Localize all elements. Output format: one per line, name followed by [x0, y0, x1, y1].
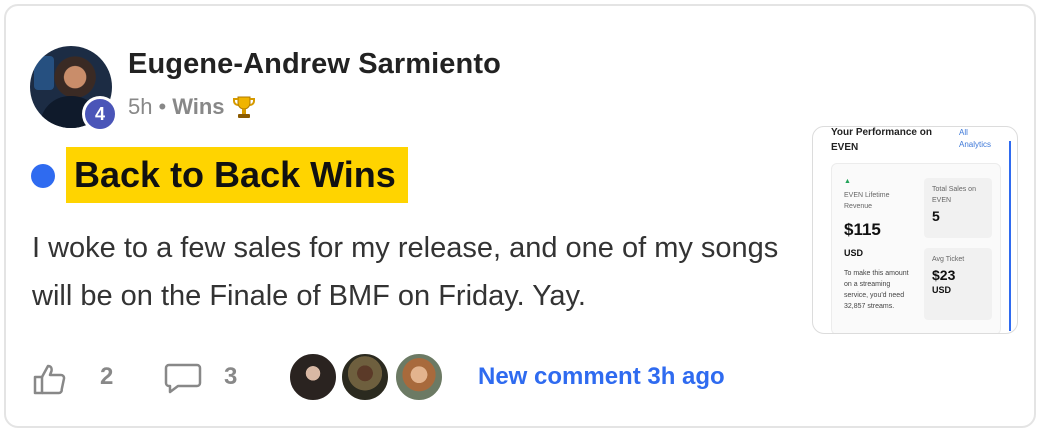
commenter-avatar[interactable] — [394, 352, 444, 402]
post-actions: 2 3 New comment 3h ago — [32, 352, 792, 402]
thumbnail-content: Your Performance on EVEN All Analytics ▲… — [827, 127, 1013, 333]
commenter-avatar[interactable] — [340, 352, 390, 402]
avg-ticket-value: $23 — [932, 267, 956, 283]
attachment-thumbnail[interactable]: Your Performance on EVEN All Analytics ▲… — [812, 126, 1018, 334]
post-body[interactable]: I woke to a few sales for my release, an… — [32, 224, 792, 320]
thumbnail-analytics-link: All Analytics — [959, 128, 992, 149]
trend-up-icon: ▲ — [844, 178, 851, 185]
total-sales-value: 5 — [932, 208, 940, 224]
thumbnail-heading: Your Performance on EVEN — [831, 127, 932, 153]
comment-count[interactable]: 3 — [224, 363, 237, 391]
post-title[interactable]: Back to Back Wins — [66, 147, 408, 203]
streams-note: To make this amount on a streaming servi… — [844, 270, 909, 310]
avatar-background-light — [34, 56, 54, 90]
post-card[interactable]: 4 Eugene-Andrew Sarmiento 5h • Wins Back… — [4, 4, 1036, 428]
post-category[interactable]: Wins — [172, 94, 224, 120]
author-name[interactable]: Eugene-Andrew Sarmiento — [128, 48, 501, 81]
lifetime-value: $115 — [844, 220, 881, 239]
trophy-icon — [232, 96, 255, 118]
lifetime-currency: USD — [844, 248, 864, 258]
new-comment-link[interactable]: New comment 3h ago — [478, 363, 725, 391]
author-level-badge: 4 — [82, 96, 118, 132]
total-sales-box: Total Sales on EVEN 5 — [924, 178, 992, 238]
meta-separator: • — [158, 94, 167, 119]
thumbnail-stats-box: ▲ EVEN Lifetime Revenue $115 USD To make… — [831, 163, 1001, 333]
total-sales-label: Total Sales on EVEN — [932, 186, 976, 204]
like-count[interactable]: 2 — [100, 363, 113, 391]
commenter-avatar[interactable] — [288, 352, 338, 402]
avg-ticket-label: Avg Ticket — [932, 256, 965, 263]
post-time: 5h — [128, 94, 153, 119]
avg-ticket-currency: USD — [932, 285, 952, 295]
lifetime-label: EVEN Lifetime Revenue — [844, 192, 890, 210]
avg-ticket-box: Avg Ticket $23 USD — [924, 248, 992, 320]
thumbs-up-icon[interactable] — [32, 362, 68, 396]
post-meta: 5h • Wins — [128, 94, 257, 120]
thumbnail-edge-line — [1009, 141, 1011, 331]
unread-indicator — [31, 164, 55, 188]
comment-bubble-icon[interactable] — [164, 362, 202, 394]
